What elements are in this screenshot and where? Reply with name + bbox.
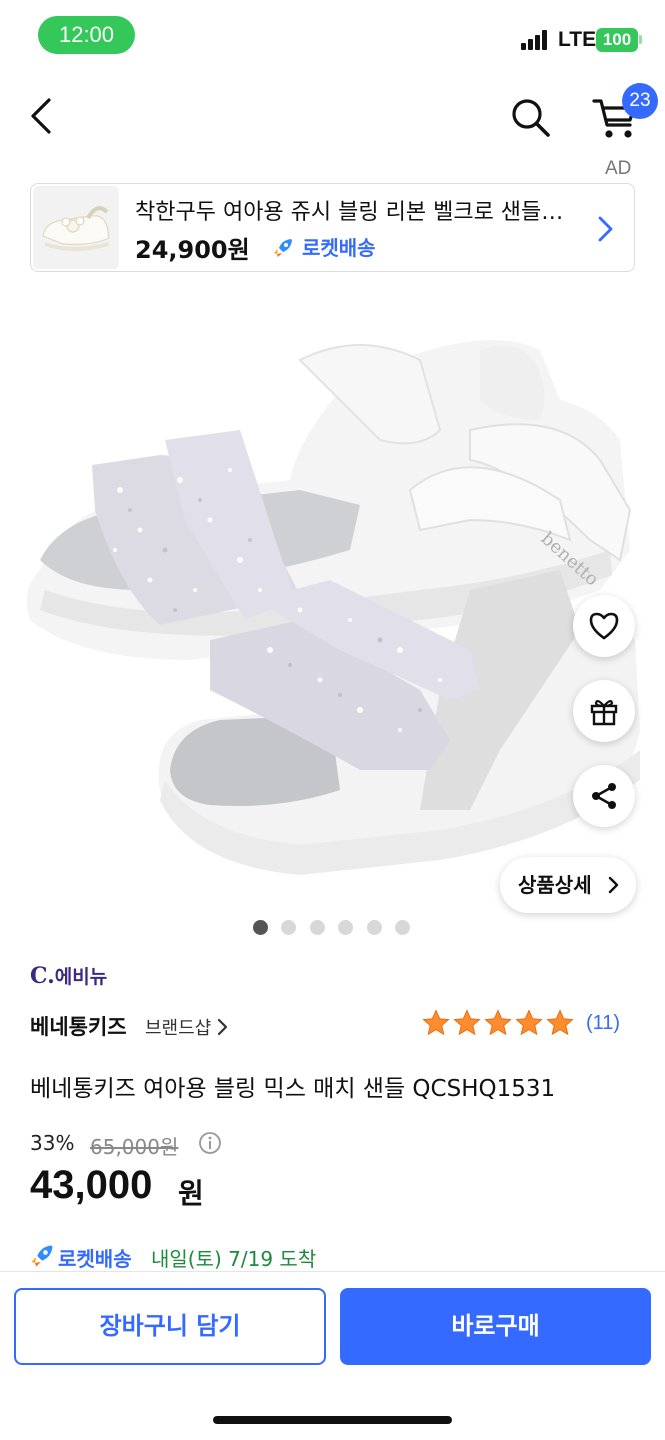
product-detail-button[interactable]: 상품상세 [500, 857, 636, 913]
product-detail-label: 상품상세 [518, 873, 592, 897]
buy-now-button[interactable]: 바로구매 [340, 1288, 651, 1365]
rocket-icon [274, 239, 292, 257]
ad-rocket-label: 로켓배송 [301, 236, 376, 260]
ad-price: 24,900원 [135, 236, 250, 264]
share-button[interactable] [573, 765, 635, 827]
brand-shop-label: 브랜드샵 [145, 1018, 212, 1039]
product-title: 베네통키즈 여아용 블링 믹스 매치 샌들 QCSHQ1531 [30, 1076, 556, 1102]
carousel-dot[interactable] [310, 920, 325, 935]
delivery-date: 내일(토) 7/19 도착 [151, 1247, 317, 1271]
carousel-dot[interactable] [395, 920, 410, 935]
sale-price-unit: 원 [178, 1177, 204, 1210]
review-count[interactable]: (11) [586, 1012, 620, 1035]
home-indicator [213, 1416, 452, 1424]
signal-icon [521, 30, 551, 50]
carousel-dot[interactable] [281, 920, 296, 935]
carousel-dot[interactable] [338, 920, 353, 935]
network-label: LTE [558, 28, 597, 51]
ad-rocket-badge: 로켓배송 [271, 232, 376, 261]
heart-icon [589, 612, 619, 640]
product-photo: benetto [26, 340, 641, 875]
battery-icon: 100 [596, 28, 638, 52]
delivery-badge: 로켓배송 [58, 1247, 132, 1271]
chevron-right-icon [217, 1018, 228, 1036]
chevron-right-icon [593, 214, 617, 244]
ad-label: AD [605, 158, 632, 179]
product-image-carousel[interactable]: benetto [0, 290, 665, 900]
gift-button[interactable] [573, 680, 635, 742]
info-icon[interactable] [198, 1131, 222, 1155]
back-chevron-icon[interactable] [20, 94, 64, 138]
rocket-icon [31, 1245, 53, 1267]
battery-tip [639, 35, 642, 44]
star-icon [484, 1009, 512, 1036]
star-icon [546, 1009, 574, 1036]
add-to-cart-button[interactable]: 장바구니 담기 [14, 1288, 326, 1365]
ad-banner[interactable]: 착한구두 여아용 쥬시 블링 리본 벨크로 샌들… 24,900원 로켓배송 [30, 183, 635, 272]
carousel-dot[interactable] [253, 920, 268, 935]
chevron-right-icon [608, 876, 619, 894]
status-bar: 12:00 LTE 100 [0, 0, 665, 72]
seller-logo[interactable]: C.에비뉴 [30, 962, 107, 989]
seller-logo-mark: C. [30, 963, 55, 989]
discount-rate: 33% [30, 1131, 75, 1155]
carousel-dot[interactable] [367, 920, 382, 935]
star-icon [515, 1009, 543, 1036]
share-icon [592, 783, 616, 809]
star-icon [453, 1009, 481, 1036]
brand-name[interactable]: 베네통키즈 [30, 1011, 127, 1041]
ad-title: 착한구두 여아용 쥬시 블링 리본 벨크로 샌들… [135, 200, 564, 225]
gift-icon [590, 699, 618, 726]
status-time: 12:00 [38, 16, 135, 54]
star-icon [422, 1009, 450, 1036]
brand-shop-link[interactable]: 브랜드샵 [145, 1014, 229, 1040]
wishlist-button[interactable] [573, 595, 635, 657]
search-icon[interactable] [506, 93, 554, 141]
sale-price: 43,000 [30, 1163, 153, 1207]
top-nav [0, 80, 665, 160]
seller-logo-text: 에비뉴 [54, 966, 108, 988]
cart-count-badge[interactable]: 23 [622, 83, 658, 119]
ad-product-thumbnail [33, 186, 119, 269]
original-price: 65,000원 [90, 1135, 179, 1159]
